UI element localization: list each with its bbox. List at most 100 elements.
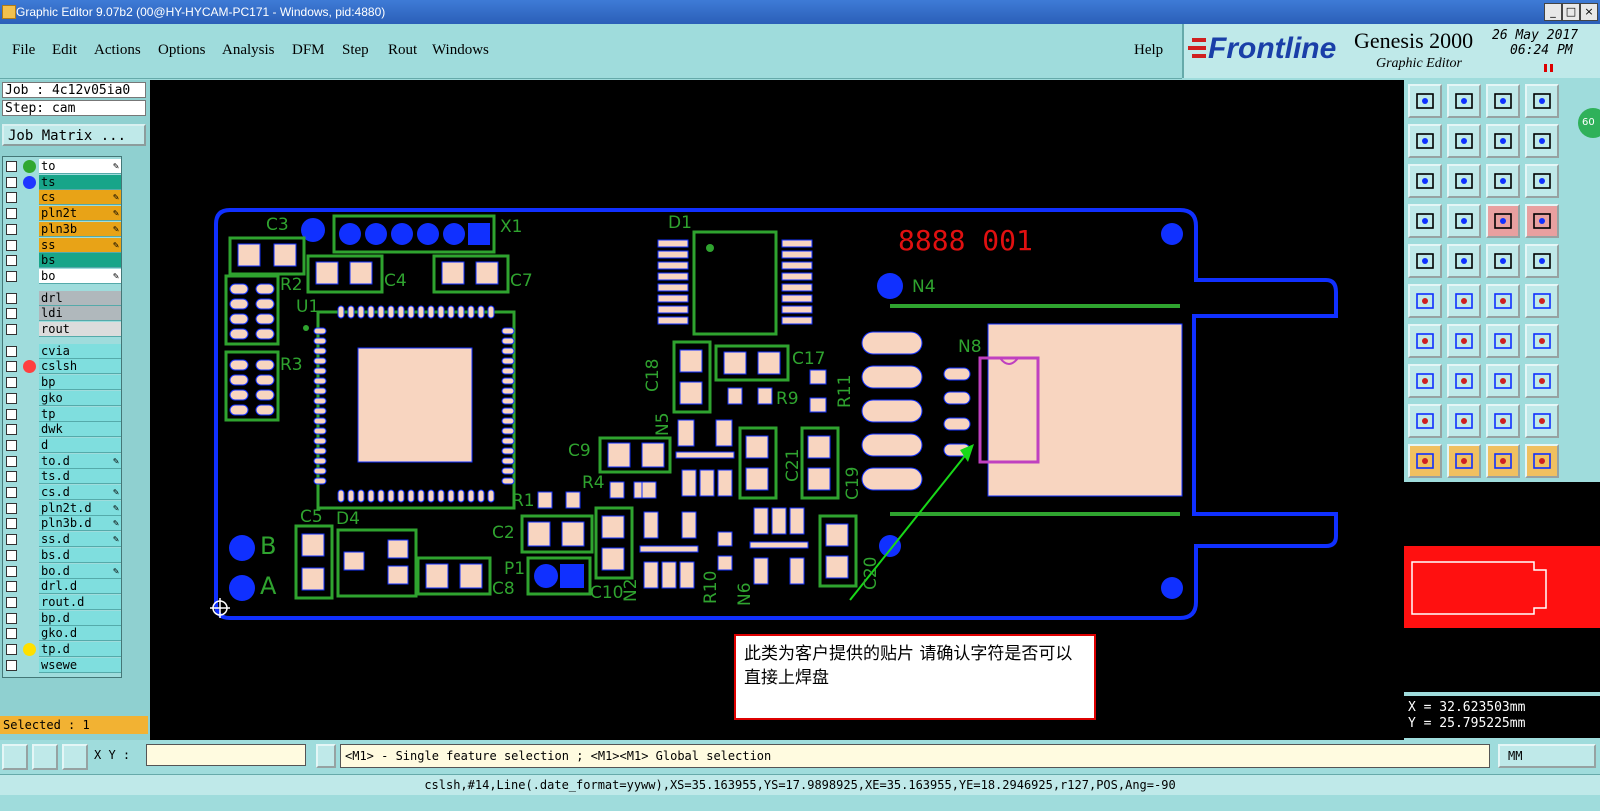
layer-name[interactable]: wsewe: [39, 657, 121, 673]
layer-row-ts-d[interactable]: ts.d: [3, 469, 121, 485]
layer-checkbox[interactable]: [6, 324, 17, 335]
layer-name[interactable]: pln3b.d ✎: [39, 516, 121, 532]
layer-checkbox[interactable]: [6, 239, 17, 251]
layer-name[interactable]: d: [39, 437, 121, 453]
minimize-button[interactable]: _: [1544, 3, 1562, 21]
open-job-tool-button[interactable]: [1408, 84, 1442, 118]
layer-row-rout-d[interactable]: rout.d: [3, 594, 121, 610]
layer-name[interactable]: ss ✎: [39, 237, 121, 253]
layer-row-pln2t[interactable]: pln2t ✎: [3, 206, 121, 222]
layer-row-bp[interactable]: bp: [3, 375, 121, 391]
layer-checkbox[interactable]: [6, 628, 17, 640]
layer-checkbox[interactable]: [6, 612, 17, 624]
rotate-arc-tool-button[interactable]: [1486, 324, 1520, 358]
close-button[interactable]: ×: [1580, 3, 1598, 21]
scale-1-2-tool-button[interactable]: [1486, 164, 1520, 198]
layer-row-drl-d[interactable]: drl.d: [3, 579, 121, 595]
maximize-button[interactable]: □: [1562, 3, 1580, 21]
attach-tool-button[interactable]: [1408, 364, 1442, 398]
units-select[interactable]: MM: [1498, 744, 1596, 768]
layer-row-bo[interactable]: bo ✎: [3, 268, 121, 284]
layer-checkbox[interactable]: [6, 424, 17, 436]
layer-name[interactable]: bs: [39, 253, 121, 269]
layer-name[interactable]: bp.d: [39, 610, 121, 626]
layer-checkbox[interactable]: [6, 345, 17, 357]
layer-checkbox[interactable]: [6, 292, 17, 304]
menu-windows[interactable]: Windows: [432, 42, 489, 59]
layer-checkbox[interactable]: [6, 223, 17, 235]
layer-row-d[interactable]: d: [3, 437, 121, 453]
layer-checkbox[interactable]: [6, 596, 17, 608]
menu-help[interactable]: Help: [1134, 42, 1163, 59]
layer-name[interactable]: drl: [39, 290, 121, 306]
layer-checkbox[interactable]: [6, 581, 17, 593]
layer-row-bs[interactable]: bs: [3, 253, 121, 269]
layer-checkbox[interactable]: [6, 439, 17, 451]
connect-tool-button[interactable]: [1408, 284, 1442, 318]
layer-checkbox[interactable]: [6, 392, 17, 404]
layer-name[interactable]: pln2t.d ✎: [39, 500, 121, 516]
layer-row-pln3b-d[interactable]: pln3b.d ✎: [3, 516, 121, 532]
layer-row-gko-d[interactable]: gko.d: [3, 626, 121, 642]
layer-name[interactable]: drl.d: [39, 579, 121, 595]
layer-checkbox[interactable]: [6, 534, 17, 546]
layer-checkbox[interactable]: [6, 487, 17, 498]
layer-checkbox[interactable]: [6, 549, 17, 561]
snap-tool-button[interactable]: [1525, 364, 1559, 398]
undo-view-tool-button[interactable]: [1486, 124, 1520, 158]
layer-checkbox[interactable]: [6, 502, 17, 514]
snap-tool-button[interactable]: [32, 744, 58, 770]
layer-row-gko[interactable]: gko: [3, 390, 121, 406]
layer-row-cs-d[interactable]: cs.d ✎: [3, 485, 121, 500]
layer-name[interactable]: tp.d: [39, 642, 121, 657]
pad-tool-button[interactable]: [1525, 244, 1559, 278]
menu-file[interactable]: File: [12, 42, 35, 59]
layer-row-bo-d[interactable]: bo.d ✎: [3, 563, 121, 579]
zoom-center-tool-button[interactable]: [1447, 164, 1481, 198]
export-tool-button[interactable]: [1447, 124, 1481, 158]
layer-row-dwk[interactable]: dwk: [3, 422, 121, 438]
layer-name[interactable]: cs ✎: [39, 190, 121, 206]
layer-row-pln2t-d[interactable]: pln2t.d ✎: [3, 500, 121, 516]
cut-tool-button[interactable]: [1447, 364, 1481, 398]
layer-row-rout[interactable]: rout: [3, 322, 121, 337]
layer-name[interactable]: pln3b ✎: [39, 221, 121, 237]
layer-name[interactable]: bp: [39, 375, 121, 391]
import-tool-button[interactable]: [1408, 124, 1442, 158]
layer-row-ldi[interactable]: ldi: [3, 306, 121, 322]
layer-checkbox[interactable]: [6, 408, 17, 420]
move-tool-button[interactable]: [1408, 244, 1442, 278]
mod-triangle-tool-button[interactable]: [1486, 404, 1520, 438]
layer-name[interactable]: tp: [39, 406, 121, 422]
menu-analysis[interactable]: Analysis: [222, 42, 275, 59]
layer-row-to[interactable]: to ✎: [3, 159, 121, 174]
layer-row-wsewe[interactable]: wsewe: [3, 657, 121, 673]
layer-name[interactable]: to ✎: [39, 159, 121, 174]
mini-view[interactable]: [1404, 480, 1600, 692]
zoom-fit-tool-button[interactable]: [1408, 164, 1442, 198]
layer-name[interactable]: bo.d ✎: [39, 563, 121, 579]
layer-checkbox[interactable]: [6, 176, 17, 188]
xy-input[interactable]: [146, 744, 306, 766]
measure-tool-button[interactable]: [2, 744, 28, 770]
grid-tool-button[interactable]: [62, 744, 88, 770]
fit-tool-button[interactable]: [1525, 84, 1559, 118]
layer-view-tool-button[interactable]: [1486, 204, 1520, 238]
layer-name[interactable]: bo ✎: [39, 268, 121, 284]
layer-row-cs[interactable]: cs ✎: [3, 190, 121, 206]
layer-checkbox[interactable]: [6, 192, 17, 204]
nets-tool-button[interactable]: [1525, 404, 1559, 438]
job-matrix-button[interactable]: Job Matrix ...: [2, 124, 146, 146]
help-tool-button[interactable]: [1525, 164, 1559, 198]
save-tool-button[interactable]: [1447, 84, 1481, 118]
rotate-tool-button[interactable]: [1525, 284, 1559, 318]
menu-step[interactable]: Step: [342, 42, 369, 59]
menu-actions[interactable]: Actions: [94, 42, 141, 59]
layer-name[interactable]: gko: [39, 390, 121, 406]
layer-checkbox[interactable]: [6, 161, 17, 172]
layer-name[interactable]: dwk: [39, 422, 121, 438]
layer-name[interactable]: bs.d: [39, 547, 121, 563]
layer-name[interactable]: ss.d ✎: [39, 532, 121, 548]
info-button[interactable]: [316, 744, 336, 768]
layer-row-ss-d[interactable]: ss.d ✎: [3, 532, 121, 548]
